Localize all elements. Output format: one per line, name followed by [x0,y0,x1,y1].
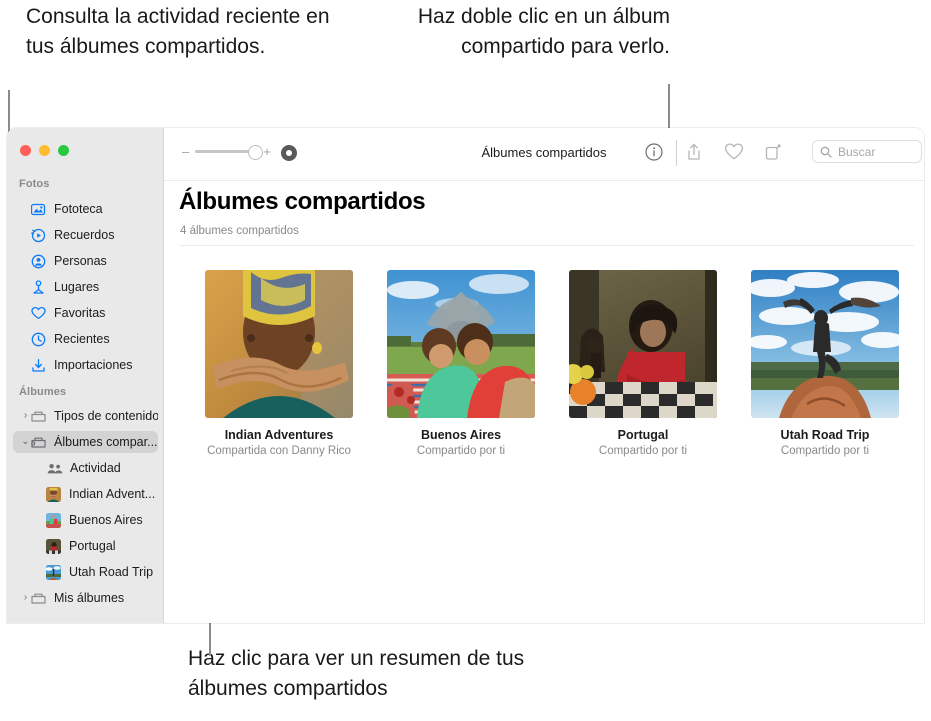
content-divider [179,245,914,246]
sidebar-item-label: Recientes [54,332,110,346]
sidebar-item-albumes-compartidos[interactable]: ⌄ Álbumes compar... [13,431,158,453]
album-grid: Indian Adventures Compartida con Danny R… [205,270,899,457]
callout-top-left: Consulta la actividad reciente en tus ál… [26,5,330,58]
callout-bottom: Haz clic para ver un resumen de tus álbu… [188,647,525,700]
import-icon [30,357,47,374]
sidebar-section-title-fotos: Fotos [19,178,50,190]
album-thumb-buenos-icon [46,512,61,528]
sidebar-item-tipos-de-contenido[interactable]: › Tipos de contenido [13,405,158,427]
folder-icon [30,590,47,607]
memories-icon [30,227,47,244]
view-options-button[interactable] [281,145,297,161]
album-card-portugal[interactable]: Portugal Compartido por ti [569,270,717,457]
sidebar-item-label: Indian Advent... [69,487,156,501]
places-pin-icon [30,279,47,296]
window-traffic-lights [20,145,69,156]
album-title: Portugal [617,428,669,442]
album-title: Utah Road Trip [780,428,870,442]
sidebar-item-label: Tipos de contenido [54,409,158,423]
sidebar-item-label: Álbumes compar... [54,435,158,449]
sidebar-item-label: Buenos Aires [69,513,143,527]
album-thumb-portugal-icon [46,538,61,554]
people-icon [30,253,47,270]
maximize-button[interactable] [58,145,69,156]
content-area: – + Álbumes compartidos Buscar Álbumes c… [164,128,924,623]
sidebar-item-label: Portugal [69,539,116,553]
zoom-out-label[interactable]: – [182,145,189,158]
album-shared-info: Compartido por ti [416,445,506,457]
search-input[interactable]: Buscar [812,140,922,163]
album-thumbnail[interactable] [751,270,899,418]
sidebar-item-recuerdos[interactable]: Recuerdos [13,224,158,246]
minimize-button[interactable] [39,145,50,156]
sidebar-item-label: Favoritas [54,306,106,320]
sidebar-section-title-albumes: Álbumes [19,386,67,398]
sidebar-item-label: Importaciones [54,358,133,372]
sidebar-item-label: Mis álbumes [54,591,125,605]
album-title: Buenos Aires [420,428,502,442]
page-title: Álbumes compartidos [179,188,426,215]
heart-icon [30,305,47,322]
photos-app-window: Fotos Fototeca Recuerdos Personas Lugare… [7,128,924,623]
sidebar-item-label: Lugares [54,280,100,294]
search-placeholder: Buscar [838,144,876,159]
sidebar-item-label: Actividad [70,461,121,475]
zoom-slider-track[interactable] [195,144,264,160]
share-button[interactable] [684,142,704,162]
sidebar-item-label: Recuerdos [54,228,115,242]
search-icon [820,146,832,158]
photo-library-icon [30,201,47,218]
info-button[interactable] [645,143,663,161]
sidebar-item-utah-road-trip[interactable]: Utah Road Trip [13,561,158,583]
album-thumb-utah-icon [46,564,61,580]
sidebar-item-portugal[interactable]: Portugal [13,535,158,557]
rotate-button[interactable] [763,142,783,162]
sidebar: Fotos Fototeca Recuerdos Personas Lugare… [7,128,164,623]
sidebar-item-actividad[interactable]: Actividad [13,457,158,479]
view-options-dot-icon [286,150,292,156]
favorite-button[interactable] [724,142,744,162]
sidebar-item-importaciones[interactable]: Importaciones [13,354,158,376]
toolbar-title: Álbumes compartidos [481,145,607,160]
sidebar-item-label: Personas [54,254,107,268]
sidebar-item-recientes[interactable]: Recientes [13,328,158,350]
close-button[interactable] [20,145,31,156]
zoom-slider[interactable]: – + [182,144,271,160]
chevron-right-icon[interactable]: › [21,587,30,609]
album-thumb-indian-icon [46,486,61,502]
folder-icon [30,408,47,425]
sidebar-item-mis-albumes[interactable]: › Mis álbumes [13,587,158,609]
sidebar-item-label: Fototeca [54,202,103,216]
sidebar-item-personas[interactable]: Personas [13,250,158,272]
album-thumbnail[interactable] [205,270,353,418]
zoom-in-label[interactable]: + [263,145,271,158]
chevron-down-icon[interactable]: ⌄ [21,431,30,453]
chevron-right-icon[interactable]: › [21,405,30,427]
toolbar-divider [676,140,677,166]
album-card-utah-road-trip[interactable]: Utah Road Trip Compartido por ti [751,270,899,457]
album-shared-info: Compartido por ti [598,445,688,457]
album-title: Indian Adventures [224,428,334,442]
sidebar-item-fototeca[interactable]: Fototeca [13,198,158,220]
page-subtitle-count: 4 álbumes compartidos [180,225,299,237]
album-card-indian-adventures[interactable]: Indian Adventures Compartida con Danny R… [205,270,353,457]
album-thumbnail[interactable] [387,270,535,418]
toolbar: – + Álbumes compartidos Buscar [164,128,924,181]
album-thumbnail[interactable] [569,270,717,418]
sidebar-item-lugares[interactable]: Lugares [13,276,158,298]
sidebar-item-label: Utah Road Trip [69,565,154,579]
sidebar-item-buenos-aires[interactable]: Buenos Aires [13,509,158,531]
album-card-buenos-aires[interactable]: Buenos Aires Compartido por ti [387,270,535,457]
album-shared-info: Compartido por ti [780,445,870,457]
sidebar-item-indian-adventures[interactable]: Indian Advent... [13,483,158,505]
zoom-slider-knob[interactable] [248,144,264,160]
clock-icon [30,331,47,348]
activity-people-icon [46,460,63,477]
sidebar-item-favoritas[interactable]: Favoritas [13,302,158,324]
callout-top-right: Haz doble clic en un álbum compartido pa… [417,5,670,58]
shared-folder-icon [30,434,47,451]
album-shared-info: Compartida con Danny Rico [207,445,351,457]
